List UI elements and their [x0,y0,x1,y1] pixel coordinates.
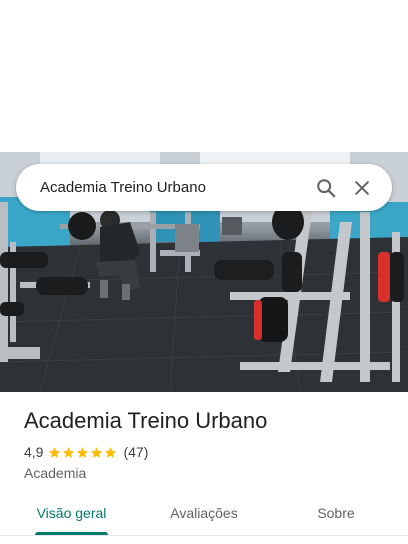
review-count[interactable]: (47) [123,444,148,460]
star-icon [49,446,61,458]
tab-bar: Visão geral Avaliações Sobre [0,490,408,538]
search-input[interactable]: Academia Treino Urbano [40,179,308,196]
tab-reviews[interactable]: Avaliações [154,490,254,536]
place-category: Academia [24,465,87,481]
star-rating [48,446,118,459]
star-icon [105,446,117,458]
tab-about[interactable]: Sobre [296,490,376,536]
close-icon[interactable] [344,170,380,206]
rating-value: 4,9 [24,444,44,460]
tabs-divider [0,535,408,536]
place-title: Academia Treino Urbano [24,408,268,433]
rating-row[interactable]: 4,9 (47) [24,444,148,460]
star-icon [77,446,89,458]
star-icon [91,446,103,458]
star-icon [63,446,75,458]
tab-overview[interactable]: Visão geral [23,490,120,536]
search-icon[interactable] [308,170,344,206]
search-bar[interactable]: Academia Treino Urbano [16,164,392,211]
